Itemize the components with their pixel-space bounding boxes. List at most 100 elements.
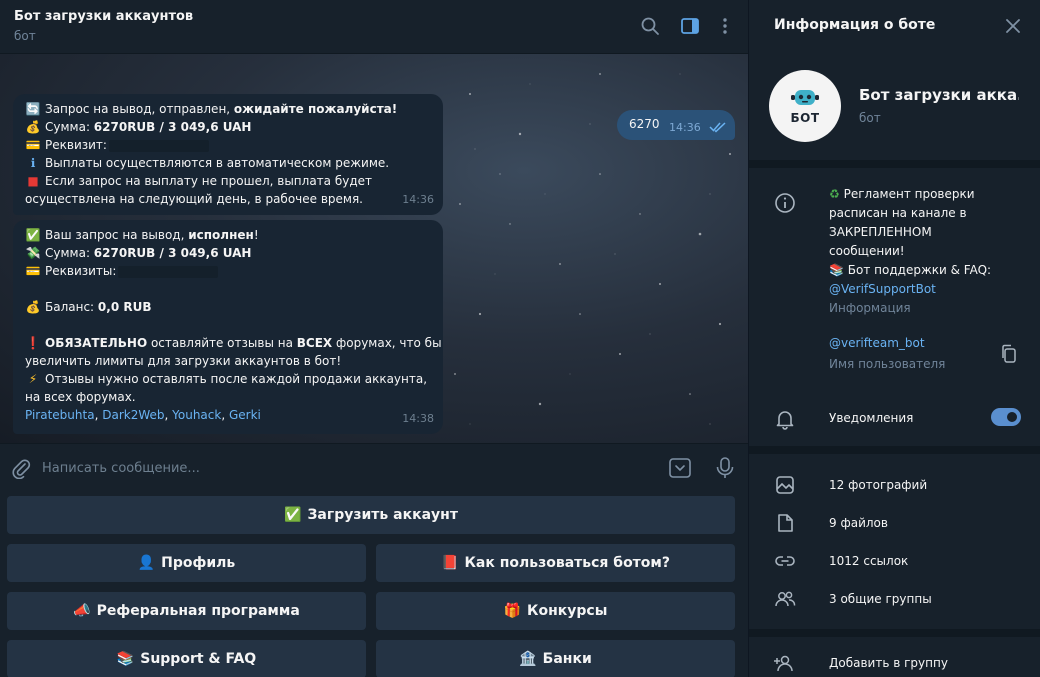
links-row[interactable]: 1012 ссылок	[829, 554, 908, 568]
group-icon	[775, 591, 796, 607]
message-line: ■ Если запрос на выплату не прошел, выпла…	[25, 172, 433, 190]
common-groups-row[interactable]: 3 общие группы	[829, 592, 932, 606]
upload-account-button[interactable]: ✅ Загрузить аккаунт	[7, 496, 735, 534]
outgoing-message[interactable]: 6270 14:36	[617, 110, 735, 140]
bot-keyboard-icon[interactable]	[668, 456, 692, 480]
attach-icon[interactable]	[10, 457, 32, 479]
text-bold: ВСЕХ	[296, 336, 333, 350]
credit-card-icon: 💳	[25, 264, 41, 278]
refresh-emoji-icon: 🔄	[25, 102, 41, 116]
bot-description: ♻ Регламент проверки расписан на канале …	[829, 185, 1024, 318]
microphone-icon[interactable]	[714, 456, 736, 480]
incoming-message[interactable]: ✅ Ваш запрос на вывод, исполнен! 💸 Сумма: …	[13, 220, 443, 434]
link-youhack[interactable]: Youhack	[172, 408, 221, 422]
support-faq-button[interactable]: 📚 Support & FAQ	[7, 640, 366, 677]
check-emoji-icon: ✅	[25, 228, 41, 242]
contests-button[interactable]: 🎁 Конкурсы	[376, 592, 735, 630]
books-icon: 📚	[829, 263, 844, 277]
megaphone-icon: 📣	[73, 603, 91, 619]
message-composer	[0, 443, 748, 490]
link-piratebuhta[interactable]: Piratebuhta	[25, 408, 95, 422]
books-icon: 📚	[116, 651, 135, 667]
text-bold: 6270RUB / 3 049,6 UAH	[93, 246, 252, 260]
text: Ваш запрос на вывод,	[45, 228, 189, 242]
link-gerki[interactable]: Gerki	[229, 408, 261, 422]
desc-line: сообщении!	[829, 244, 905, 258]
button-label: Как пользоваться ботом?	[464, 555, 670, 571]
support-bot-link[interactable]: @VerifSupportBot	[829, 280, 1024, 299]
username-caption: Имя пользователя	[829, 357, 946, 371]
text: !	[253, 228, 259, 242]
description-caption: Информация	[829, 301, 911, 315]
text: Регламент проверки	[843, 187, 975, 201]
bot-info-panel: Информация о боте БОТ Бот загрузки акка.…	[748, 0, 1040, 677]
text: Баланс:	[45, 300, 98, 314]
message-line: 💳 Реквизиты:	[25, 262, 433, 280]
incoming-message[interactable]: 🔄 Запрос на вывод, отправлен, ожидайте по…	[13, 94, 443, 215]
message-line: 🔄 Запрос на вывод, отправлен, ожидайте по…	[25, 100, 433, 118]
message-line: увеличить лимиты для загрузки аккаунтов …	[25, 352, 433, 370]
money-bag-icon: 💰	[25, 300, 41, 314]
message-line-empty	[25, 316, 433, 334]
banks-button[interactable]: 🏦 Банки	[376, 640, 735, 677]
check-emoji-icon: ✅	[284, 507, 302, 523]
howto-button[interactable]: 📕 Как пользоваться ботом?	[376, 544, 735, 582]
bot-name: Бот загрузки акка...	[859, 86, 1019, 104]
bot-keyboard: ✅ Загрузить аккаунт 👤 Профиль 📕 Как пользов…	[0, 490, 748, 677]
avatar[interactable]: БОТ	[769, 70, 841, 142]
add-user-icon	[774, 655, 793, 672]
desc-line: 📚 Бот поддержки & FAQ:	[829, 261, 1024, 280]
message-line: на всех форумах.	[25, 388, 433, 406]
message-line: 💸 Сумма: 6270RUB / 3 049,6 UAH	[25, 244, 433, 262]
text: Если запрос на выплату не прошел, выплат…	[45, 174, 373, 188]
notifications-label: Уведомления	[829, 411, 914, 425]
more-menu-icon[interactable]	[713, 14, 737, 38]
photos-row[interactable]: 12 фотографий	[829, 478, 927, 492]
photo-icon	[776, 476, 794, 494]
referral-button[interactable]: 📣 Реферальная программа	[7, 592, 366, 630]
copy-icon[interactable]	[1000, 344, 1018, 364]
chat-background: 6270 14:36 🔄 Запрос на вывод, отправлен, …	[0, 54, 748, 443]
message-line-empty	[25, 280, 433, 298]
message-line: ❗ ОБЯЗАТЕЛЬНО оставляйте отзывы на ВСЕХ ф…	[25, 334, 442, 352]
chat-pane: Бот загрузки аккаунтов бот 6270 14:36 🔄 …	[0, 0, 748, 677]
text: Бот поддержки & FAQ:	[847, 263, 992, 277]
text: Отзывы нужно оставлять после каждой прод…	[45, 372, 428, 386]
text-bold: исполнен	[188, 228, 254, 242]
toggle-knob	[1005, 410, 1019, 424]
add-to-group-button[interactable]: Добавить в группу	[829, 656, 948, 670]
close-icon[interactable]	[1003, 16, 1023, 36]
button-label: Загрузить аккаунт	[307, 507, 458, 523]
text-bold: ОБЯЗАТЕЛЬНО	[45, 336, 148, 350]
bot-subtitle: бот	[859, 111, 881, 125]
desc-line: ЗАКРЕПЛЕННОМ	[829, 225, 932, 239]
double-check-icon	[709, 122, 726, 133]
search-icon[interactable]	[638, 14, 662, 38]
sidebar-toggle-icon[interactable]	[678, 14, 702, 38]
link-icon	[775, 556, 795, 566]
redacted-block	[108, 139, 209, 152]
message-time: 14:36	[402, 193, 434, 206]
text-bold: 6270RUB / 3 049,6 UAH	[93, 120, 252, 134]
red-square-icon: ■	[27, 174, 39, 188]
lightning-icon: ⚡	[28, 372, 38, 386]
file-icon	[778, 514, 793, 532]
panel-title: Информация о боте	[774, 17, 936, 33]
message-input[interactable]	[42, 455, 642, 481]
robot-icon	[791, 90, 819, 105]
files-row[interactable]: 9 файлов	[829, 516, 888, 530]
text: Сумма:	[45, 120, 94, 134]
desc-line: расписан на канале в	[829, 206, 967, 220]
link-dark2web[interactable]: Dark2Web	[102, 408, 164, 422]
notifications-toggle[interactable]	[991, 408, 1021, 426]
text: осуществлена на следующий день, в рабоче…	[25, 192, 363, 206]
text: оставляйте отзывы на	[147, 336, 297, 350]
chat-header[interactable]: Бот загрузки аккаунтов бот	[0, 0, 748, 54]
credit-card-icon: 💳	[25, 138, 41, 152]
button-label: Support & FAQ	[140, 651, 257, 667]
username-link[interactable]: @verifteam_bot	[829, 336, 925, 350]
info-icon	[775, 193, 795, 213]
user-icon: 👤	[137, 555, 156, 571]
message-line: ℹ Выплаты осуществляются в автоматическом…	[25, 154, 433, 172]
profile-button[interactable]: 👤 Профиль	[7, 544, 366, 582]
